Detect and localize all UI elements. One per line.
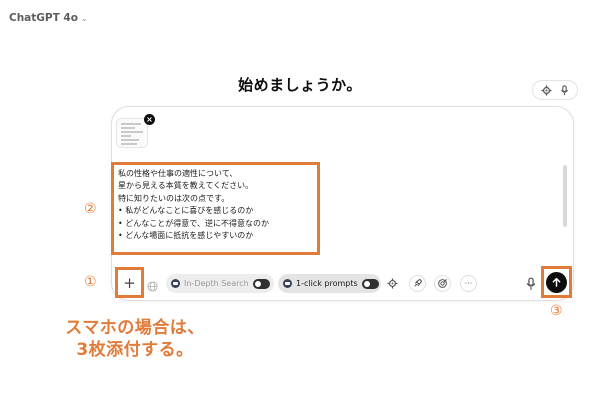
extension-logo-icon	[283, 279, 292, 288]
gear-icon[interactable]	[540, 81, 552, 100]
annotation-caption: スマホの場合は、 3枚添付する。	[40, 317, 230, 361]
in-depth-search-label: In-Depth Search	[184, 279, 249, 288]
prompt-textarea[interactable]: 私の性格や仕事の適性について、 星から見える本質を教えてください。 特に知りたい…	[111, 162, 320, 255]
prompt-line: • どんな場面に抵抗を感じやすいのか	[118, 231, 254, 241]
in-depth-search-toggle[interactable]: In-Depth Search	[166, 274, 274, 293]
one-click-prompts-toggle[interactable]: 1-click prompts	[278, 274, 381, 293]
annotation-marker-1: ①	[84, 274, 97, 290]
model-selector[interactable]: ChatGPT 4o ⌄	[9, 12, 88, 24]
gear-icon[interactable]	[384, 275, 401, 292]
prompt-line: • どんなことが得意で、逆に不得意なのか	[118, 218, 269, 228]
prompt-line: • 私がどんなことに喜びを感じるのか	[118, 206, 254, 216]
toggle-switch[interactable]	[253, 278, 270, 289]
arrow-up-icon	[552, 277, 561, 287]
attachment-thumbnail[interactable]	[116, 118, 148, 148]
send-button[interactable]	[546, 271, 567, 293]
prompt-scrollbar[interactable]	[563, 165, 567, 227]
annotation-marker-3: ③	[550, 303, 563, 319]
extension-logo-icon	[171, 279, 180, 288]
mic-icon[interactable]	[559, 81, 570, 100]
target-icon[interactable]	[434, 275, 451, 292]
globe-icon[interactable]	[147, 277, 158, 292]
more-icon[interactable]: ···	[460, 275, 477, 292]
prompt-line: 星から見える本質を教えてください。	[118, 181, 254, 191]
add-attachment-button[interactable]: +	[115, 267, 144, 298]
one-click-prompts-label: 1-click prompts	[296, 279, 358, 288]
mic-icon[interactable]	[524, 276, 538, 290]
send-button-highlight	[541, 266, 572, 298]
model-name: ChatGPT 4o	[9, 12, 78, 24]
prompt-line: 私の性格や仕事の適性について、	[118, 169, 238, 178]
prompt-line: 特に知りたいのは次の点です。	[118, 193, 230, 203]
chevron-down-icon: ⌄	[80, 13, 88, 23]
page-title: 始めましょうか。	[238, 76, 362, 94]
annotation-marker-2: ②	[84, 201, 97, 217]
remove-attachment-button[interactable]: ×	[144, 114, 155, 125]
caption-line: 3枚添付する。	[76, 340, 194, 360]
toggle-switch[interactable]	[361, 278, 379, 289]
rocket-icon[interactable]	[409, 275, 426, 292]
top-tools	[532, 80, 578, 100]
caption-line: スマホの場合は、	[65, 318, 205, 338]
